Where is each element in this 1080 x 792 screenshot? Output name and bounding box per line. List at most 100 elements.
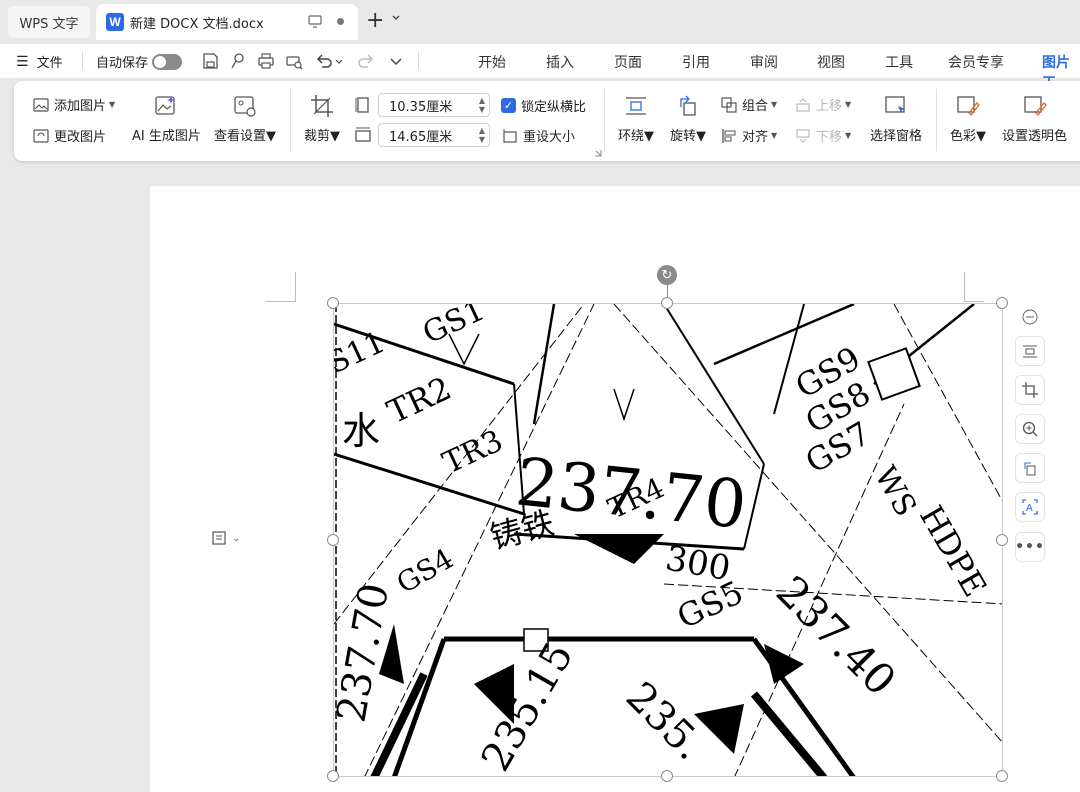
view-settings-label: 查看设置	[214, 129, 267, 144]
width-input[interactable]: 14.65厘米 ▲ ▼	[378, 123, 490, 147]
minus-circle-icon	[1022, 309, 1038, 325]
margin-corner-mark	[964, 272, 984, 302]
cad-drawing-image: 237.70 TR2 TR3 S11 GS1 水 GS9 GS8 GS7 WS …	[334, 304, 1002, 776]
file-menu-button[interactable]: ☰ 文件	[16, 52, 63, 72]
align-icon	[722, 128, 736, 143]
redo-icon[interactable]	[356, 51, 376, 71]
bring-forward-icon	[796, 97, 810, 112]
ocr-tool[interactable]: A	[1015, 492, 1045, 522]
caret-icon: ▼	[644, 129, 655, 144]
rotate-tool[interactable]	[1015, 453, 1045, 483]
format-painter-icon[interactable]	[228, 51, 248, 71]
print-preview-icon[interactable]	[284, 51, 304, 71]
crop-button[interactable]: 裁剪▼	[304, 93, 340, 144]
lock-ratio-checkbox[interactable]: ✓ 锁定纵横比	[501, 96, 586, 115]
more-tools-button[interactable]: •••	[1015, 532, 1045, 562]
color-label: 色彩	[950, 129, 977, 144]
resize-handle-bottom-left[interactable]	[327, 770, 339, 782]
caret-icon: ▼	[109, 100, 116, 109]
rotate-button[interactable]: 旋转▼	[670, 93, 706, 144]
monitor-icon[interactable]	[308, 15, 322, 28]
height-input[interactable]: 10.35厘米 ▲ ▼	[378, 93, 490, 117]
drawing-label: TR3	[438, 423, 509, 481]
caret-icon: ▼	[330, 129, 341, 144]
tab-tools[interactable]: 工具	[885, 52, 913, 72]
resize-handle-right[interactable]	[996, 534, 1008, 546]
unsaved-dot-icon[interactable]	[337, 18, 344, 25]
undo-icon[interactable]	[314, 51, 334, 71]
undo-dropdown-icon[interactable]	[334, 51, 344, 71]
tab-review[interactable]: 审阅	[750, 52, 778, 72]
wrap-text-tool[interactable]	[1015, 336, 1045, 366]
autosave-toggle[interactable]	[152, 53, 183, 70]
height-icon	[355, 97, 369, 113]
group-button[interactable]: 组合 ▼	[720, 95, 777, 114]
resize-handle-top-left[interactable]	[327, 297, 339, 309]
layout-options-icon	[212, 531, 226, 545]
set-transparent-button[interactable]: 设置透明色	[1002, 93, 1067, 144]
print-icon[interactable]	[256, 51, 276, 71]
svg-text:A: A	[1026, 503, 1033, 514]
chevron-down-icon[interactable]	[391, 14, 401, 22]
tab-document[interactable]: W 新建 DOCX 文档.docx	[96, 4, 358, 40]
collapse-button[interactable]	[1015, 302, 1045, 332]
autosave-control[interactable]: 自动保存	[96, 52, 183, 71]
send-backward-icon	[796, 128, 810, 143]
width-value: 14.65厘米	[389, 129, 453, 145]
text-recognition-icon: A	[1022, 499, 1038, 515]
reset-size-icon	[503, 128, 517, 143]
color-button[interactable]: 色彩▼	[950, 93, 986, 144]
tab-member[interactable]: 会员专享	[948, 52, 1004, 72]
caret-icon: ▼	[771, 100, 778, 109]
resize-handle-top-right[interactable]	[996, 297, 1008, 309]
new-tab-button[interactable]: +	[366, 8, 384, 34]
move-up-button[interactable]: 上移 ▼	[794, 95, 851, 114]
image-settings-icon	[234, 96, 256, 117]
reset-size-button[interactable]: 重设大小	[501, 126, 575, 145]
rotate-label: 旋转	[670, 129, 697, 144]
crop-label: 裁剪	[304, 129, 331, 144]
ai-generate-image-button[interactable]: AI 生成图片	[132, 93, 201, 144]
crop-tool[interactable]	[1015, 375, 1045, 405]
reset-size-label: 重设大小	[523, 130, 576, 145]
save-icon[interactable]	[200, 51, 220, 71]
rotate-handle-icon[interactable]: ↻	[657, 265, 677, 285]
rotate-icon	[680, 95, 696, 116]
set-transparent-label: 设置透明色	[1002, 129, 1068, 144]
dialog-launcher-icon[interactable]	[594, 149, 602, 157]
change-image-button[interactable]: 更改图片	[32, 126, 106, 145]
resize-handle-bottom-right[interactable]	[996, 770, 1008, 782]
selected-image[interactable]: 237.70 TR2 TR3 S11 GS1 水 GS9 GS8 GS7 WS …	[333, 303, 1003, 777]
spinner-arrows-icon[interactable]: ▲ ▼	[479, 96, 485, 114]
align-button[interactable]: 对齐 ▼	[720, 126, 777, 145]
change-image-icon	[33, 128, 49, 143]
wrap-button[interactable]: 环绕▼	[618, 93, 654, 144]
hamburger-icon: ☰	[16, 53, 29, 70]
tab-insert[interactable]: 插入	[546, 52, 574, 72]
drawing-label: WS	[867, 461, 923, 523]
tab-page[interactable]: 页面	[614, 52, 642, 72]
tab-view[interactable]: 视图	[817, 52, 845, 72]
spinner-arrows-icon[interactable]: ▲ ▼	[479, 126, 485, 144]
resize-handle-top[interactable]	[661, 297, 673, 309]
move-down-label: 下移	[816, 130, 843, 145]
tab-wps-home[interactable]: WPS 文字	[8, 6, 90, 38]
tab-start[interactable]: 开始	[478, 52, 506, 72]
move-down-button[interactable]: 下移 ▼	[794, 126, 851, 145]
more-icon: •••	[1015, 539, 1045, 555]
view-settings-button[interactable]: 查看设置▼	[214, 93, 276, 144]
tab-reference[interactable]: 引用	[682, 52, 710, 72]
drawing-label: 235.	[617, 674, 713, 770]
resize-handle-left[interactable]	[327, 534, 339, 546]
selection-pane-label: 选择窗格	[870, 129, 923, 144]
crop-icon	[1022, 382, 1038, 398]
zoom-tool[interactable]	[1015, 414, 1045, 444]
add-image-button[interactable]: 添加图片 ▼	[32, 95, 115, 114]
more-chevron-icon[interactable]	[386, 51, 406, 71]
selection-pane-button[interactable]: 选择窗格	[870, 93, 922, 144]
tab-wps-label: WPS 文字	[19, 16, 79, 32]
layout-anchor-button[interactable]: ⌄	[210, 529, 240, 547]
autosave-label: 自动保存	[96, 56, 149, 71]
resize-handle-bottom[interactable]	[661, 770, 673, 782]
menu-bar: ☰ 文件 自动保存 开始 插入 页面 引用 审阅 视图 工具 会员专享 图片工	[0, 44, 1080, 99]
